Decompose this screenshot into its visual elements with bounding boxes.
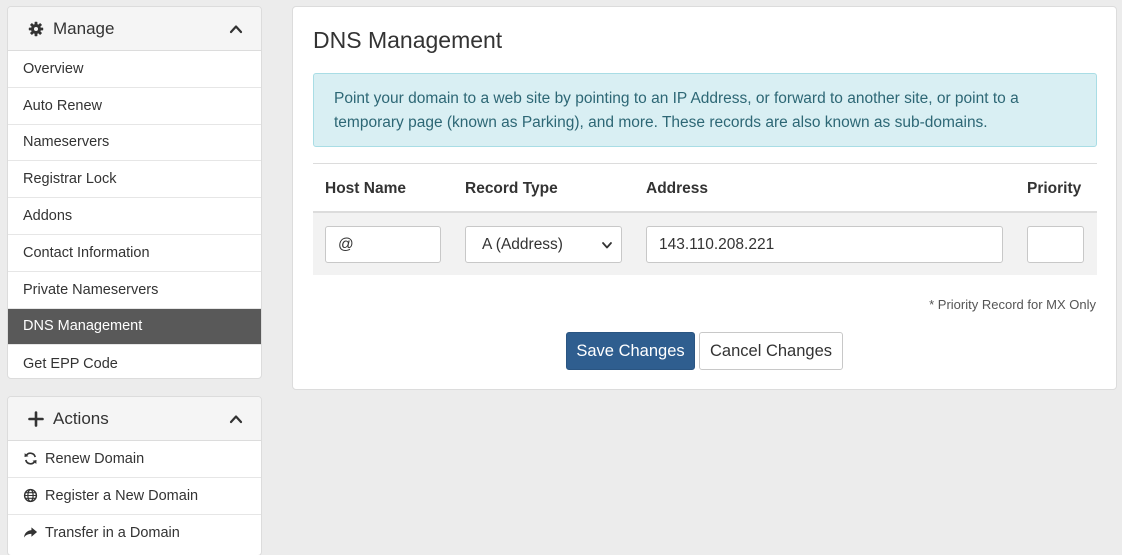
manage-panel-title: Manage [53, 18, 115, 38]
sidebar-item-get-epp-code[interactable]: Get EPP Code [8, 345, 261, 378]
priority-input[interactable] [1027, 226, 1084, 263]
sidebar-item-label: DNS Management [23, 318, 143, 335]
chevron-down-icon [601, 239, 613, 251]
sidebar-item-label: Registrar Lock [23, 171, 117, 188]
sidebar-item-registrar-lock[interactable]: Registrar Lock [8, 161, 261, 199]
sidebar-item-label: Contact Information [23, 244, 150, 261]
manage-panel: Manage Overview Auto Renew Nameservers R… [7, 6, 262, 379]
record-type-select[interactable]: A (Address) [465, 226, 622, 263]
address-input[interactable] [646, 226, 1003, 263]
action-register-new-domain[interactable]: Register a New Domain [8, 478, 261, 515]
sidebar-item-nameservers[interactable]: Nameservers [8, 125, 261, 162]
priority-note: * Priority Record for MX Only [929, 297, 1096, 312]
info-alert: Point your domain to a web site by point… [313, 73, 1097, 147]
sidebar-item-dns-management[interactable]: DNS Management [8, 308, 261, 346]
gear-icon [28, 21, 44, 37]
globe-icon [23, 488, 38, 503]
chevron-up-icon[interactable] [229, 412, 243, 426]
manage-panel-header[interactable]: Manage [8, 7, 261, 51]
column-address: Address [646, 180, 709, 197]
refresh-icon [23, 451, 38, 466]
sidebar-item-label: Auto Renew [23, 97, 102, 114]
sidebar-item-addons[interactable]: Addons [8, 198, 261, 235]
dns-management-card: DNS Management Point your domain to a we… [292, 6, 1117, 390]
column-record-type: Record Type [465, 180, 558, 197]
record-type-value: A (Address) [482, 235, 563, 253]
table-row: A (Address) [313, 213, 1097, 275]
action-transfer-domain[interactable]: Transfer in a Domain [8, 515, 261, 552]
action-label: Renew Domain [45, 450, 145, 467]
sidebar-item-private-nameservers[interactable]: Private Nameservers [8, 272, 261, 309]
dns-records-table: Host Name Record Type Address Priority A… [313, 163, 1097, 275]
sidebar-item-auto-renew[interactable]: Auto Renew [8, 88, 261, 125]
sidebar-item-overview[interactable]: Overview [8, 51, 261, 88]
page-title: DNS Management [313, 27, 503, 53]
chevron-up-icon[interactable] [229, 22, 243, 36]
cancel-changes-button[interactable]: Cancel Changes [699, 332, 843, 370]
plus-icon [28, 410, 44, 427]
action-renew-domain[interactable]: Renew Domain [8, 441, 261, 478]
sidebar-item-label: Private Nameservers [23, 281, 159, 298]
column-priority: Priority [1027, 180, 1082, 197]
actions-panel-header[interactable]: Actions [8, 397, 261, 441]
action-label: Transfer in a Domain [45, 524, 180, 541]
sidebar-item-label: Addons [23, 208, 73, 225]
share-arrow-icon [23, 525, 38, 540]
sidebar-item-label: Overview [23, 60, 84, 77]
actions-panel: Actions Renew Domain Register a New Doma… [7, 396, 262, 555]
sidebar-item-label: Get EPP Code [23, 355, 118, 372]
save-changes-button[interactable]: Save Changes [566, 332, 695, 370]
sidebar-item-label: Nameservers [23, 134, 110, 151]
table-header: Host Name Record Type Address Priority [313, 163, 1097, 213]
host-name-input[interactable] [325, 226, 441, 263]
column-host-name: Host Name [325, 180, 406, 197]
actions-panel-title: Actions [53, 408, 109, 428]
action-label: Register a New Domain [45, 487, 199, 504]
sidebar-item-contact-information[interactable]: Contact Information [8, 235, 261, 272]
